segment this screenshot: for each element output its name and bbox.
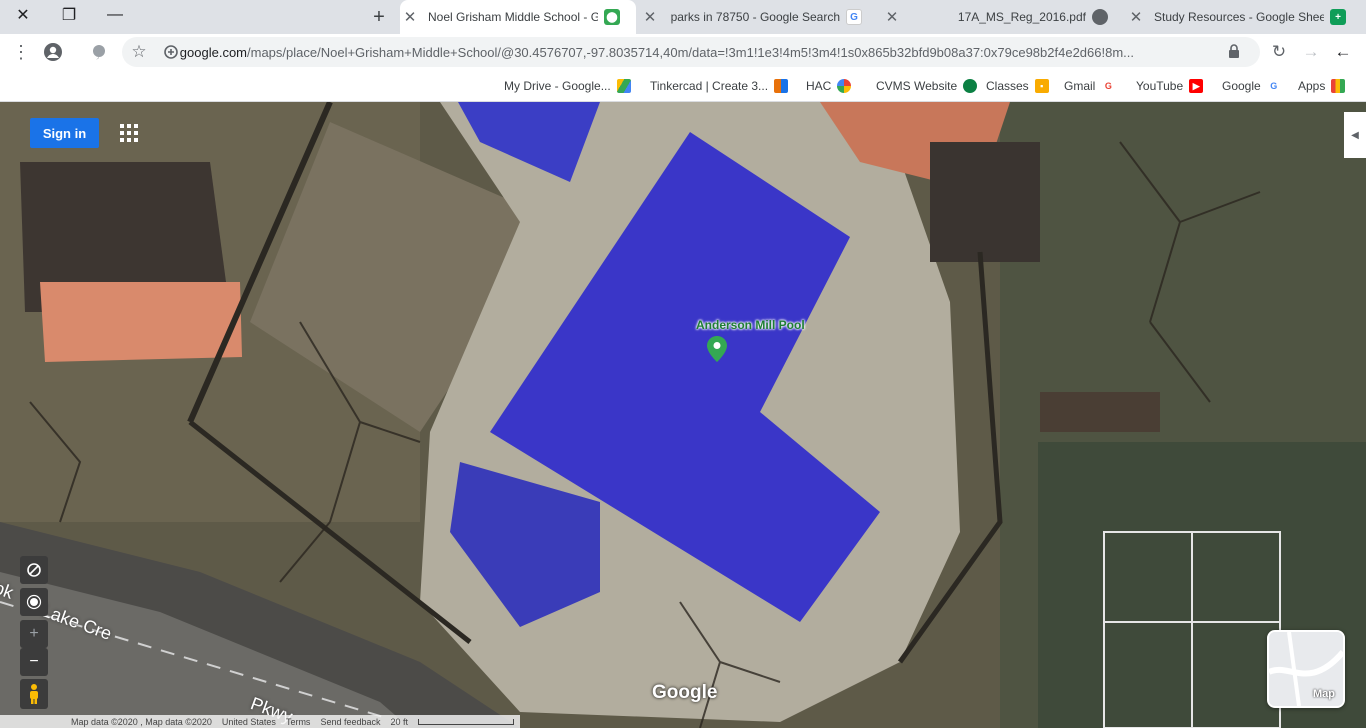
sign-in-button[interactable]: Sign in — [30, 118, 99, 148]
compass-button[interactable] — [20, 556, 48, 584]
tab-close-icon[interactable]: ✕ — [640, 7, 660, 27]
youtube-icon: ▶ — [1189, 79, 1204, 93]
tinkercad-icon — [774, 79, 789, 93]
forward-icon[interactable]: → — [1298, 39, 1324, 65]
satellite-imagery — [0, 102, 1366, 728]
new-tab-button[interactable]: + — [366, 4, 392, 30]
google-logo: Google — [652, 682, 718, 703]
tab-title: parks in 78750 - Google Search — [670, 10, 840, 24]
bookmark-apps[interactable]: Apps — [1298, 76, 1346, 96]
terms-link[interactable]: Terms — [286, 717, 311, 727]
map-pin-icon[interactable] — [707, 336, 727, 362]
tab-strip: ✕ ❐ — + ✕ Study Resources - Google Sheet… — [0, 0, 1366, 34]
pegman-icon[interactable] — [20, 679, 48, 709]
bookmark-label: Apps — [1298, 79, 1326, 93]
bookmark-tinkercad[interactable]: Tinkercad | Create 3... — [650, 76, 789, 96]
zoom-in-button[interactable]: + — [20, 620, 48, 648]
reload-icon[interactable]: ↻ — [1266, 39, 1292, 65]
scale-label[interactable]: 20 ft — [390, 717, 408, 727]
map-footer: Map data ©2020 , Map data ©2020 United S… — [0, 715, 520, 728]
bookmark-hac[interactable]: HAC — [806, 76, 852, 96]
region-link[interactable]: United States — [222, 717, 276, 727]
tab-title: Study Resources - Google Sheets — [1154, 10, 1324, 24]
map-layer-switch[interactable]: Map — [1267, 630, 1345, 708]
my-location-button[interactable] — [20, 588, 48, 616]
gmail-icon: G — [1101, 79, 1116, 93]
bookmark-label: My Drive - Google... — [504, 79, 611, 93]
bookmark-youtube[interactable]: YouTube ▶ — [1136, 76, 1204, 96]
bookmark-star-icon[interactable]: ☆ — [126, 39, 152, 65]
bookmarks-bar: Apps Google G YouTube ▶ Gmail G Classes ▪ CV… — [0, 70, 1366, 102]
satellite-map[interactable]: Sign in ◀ Anderson Mill Pool Lake Cre pk… — [0, 102, 1366, 728]
bookmark-label: Google — [1222, 79, 1261, 93]
map-data-text: Map data ©2020 , Map data ©2020 — [71, 716, 212, 727]
school-icon — [963, 79, 978, 93]
menu-kebab-icon[interactable]: ⋮ — [8, 39, 34, 65]
hac-icon — [837, 79, 852, 93]
tab-study-resources[interactable]: ✕ Study Resources - Google Sheets + — [1126, 0, 1366, 34]
bookmark-cvms[interactable]: CVMS Website — [876, 76, 978, 96]
map-layer-label: Map — [1313, 688, 1335, 700]
bookmark-label: YouTube — [1136, 79, 1184, 93]
google-icon: G — [1266, 79, 1281, 93]
google-apps-icon[interactable] — [120, 124, 138, 142]
bookmark-drive[interactable]: My Drive - Google... — [504, 76, 631, 96]
sheets-icon: + — [1330, 9, 1346, 25]
tab-close-icon[interactable]: ✕ — [1126, 7, 1146, 27]
bookmark-label: CVMS Website — [876, 79, 958, 93]
google-icon: G — [846, 9, 862, 25]
place-label[interactable]: Anderson Mill Pool — [696, 318, 805, 332]
url-text: google.com/maps/place/Noel+Grisham+Middl… — [180, 45, 1134, 60]
back-icon[interactable]: ← — [1330, 39, 1356, 65]
tab-title: 17A_MS_Reg_2016.pdf — [957, 10, 1086, 24]
minimize-window-button[interactable]: — — [92, 0, 138, 30]
extension-icon[interactable] — [86, 39, 112, 65]
profile-avatar-icon[interactable] — [40, 39, 66, 65]
tab-maps-active[interactable]: ✕ Noel Grisham Middle School - G ⬤ — [400, 0, 636, 34]
bookmark-label: HAC — [806, 79, 832, 93]
send-feedback-link[interactable]: Send feedback — [320, 717, 380, 727]
tab-title: Noel Grisham Middle School - G — [428, 10, 598, 24]
tab-google-search[interactable]: ✕ parks in 78750 - Google Search G — [640, 0, 876, 34]
tab-close-icon[interactable]: ✕ — [400, 7, 420, 27]
url-path: /maps/place/Noel+Grisham+Middle+School/@… — [247, 45, 1134, 60]
tab-close-icon[interactable]: ✕ — [882, 7, 902, 27]
zoom-out-button[interactable]: − — [20, 648, 48, 676]
classroom-icon: ▪ — [1034, 79, 1049, 93]
bookmark-gmail[interactable]: Gmail G — [1064, 76, 1116, 96]
bookmark-classes[interactable]: Classes ▪ — [986, 76, 1049, 96]
apps-icon — [1331, 79, 1346, 93]
bookmark-label: Tinkercad | Create 3... — [650, 79, 769, 93]
scale-bar — [418, 718, 514, 725]
address-bar[interactable]: ☆ google.com/maps/place/Noel+Grisham+Mid… — [122, 37, 1260, 67]
bookmark-label: Gmail — [1064, 79, 1096, 93]
maps-icon: ⬤ — [604, 9, 620, 25]
drive-icon — [616, 79, 631, 93]
close-window-button[interactable]: ✕ — [0, 0, 46, 30]
bookmark-google[interactable]: Google G — [1222, 76, 1281, 96]
collapse-side-panel-button[interactable]: ◀ — [1344, 112, 1366, 158]
restore-window-button[interactable]: ❐ — [46, 0, 92, 30]
browser-toolbar: ⋮ ☆ google.com/maps/place/Noel+Grisham+M… — [0, 34, 1366, 70]
tab-pdf[interactable]: ✕ 17A_MS_Reg_2016.pdf — [882, 0, 1118, 34]
bookmark-label: Classes — [986, 79, 1029, 93]
lock-icon[interactable] — [1228, 44, 1240, 64]
pdf-icon — [1092, 9, 1108, 25]
url-host: google.com — [179, 45, 248, 60]
